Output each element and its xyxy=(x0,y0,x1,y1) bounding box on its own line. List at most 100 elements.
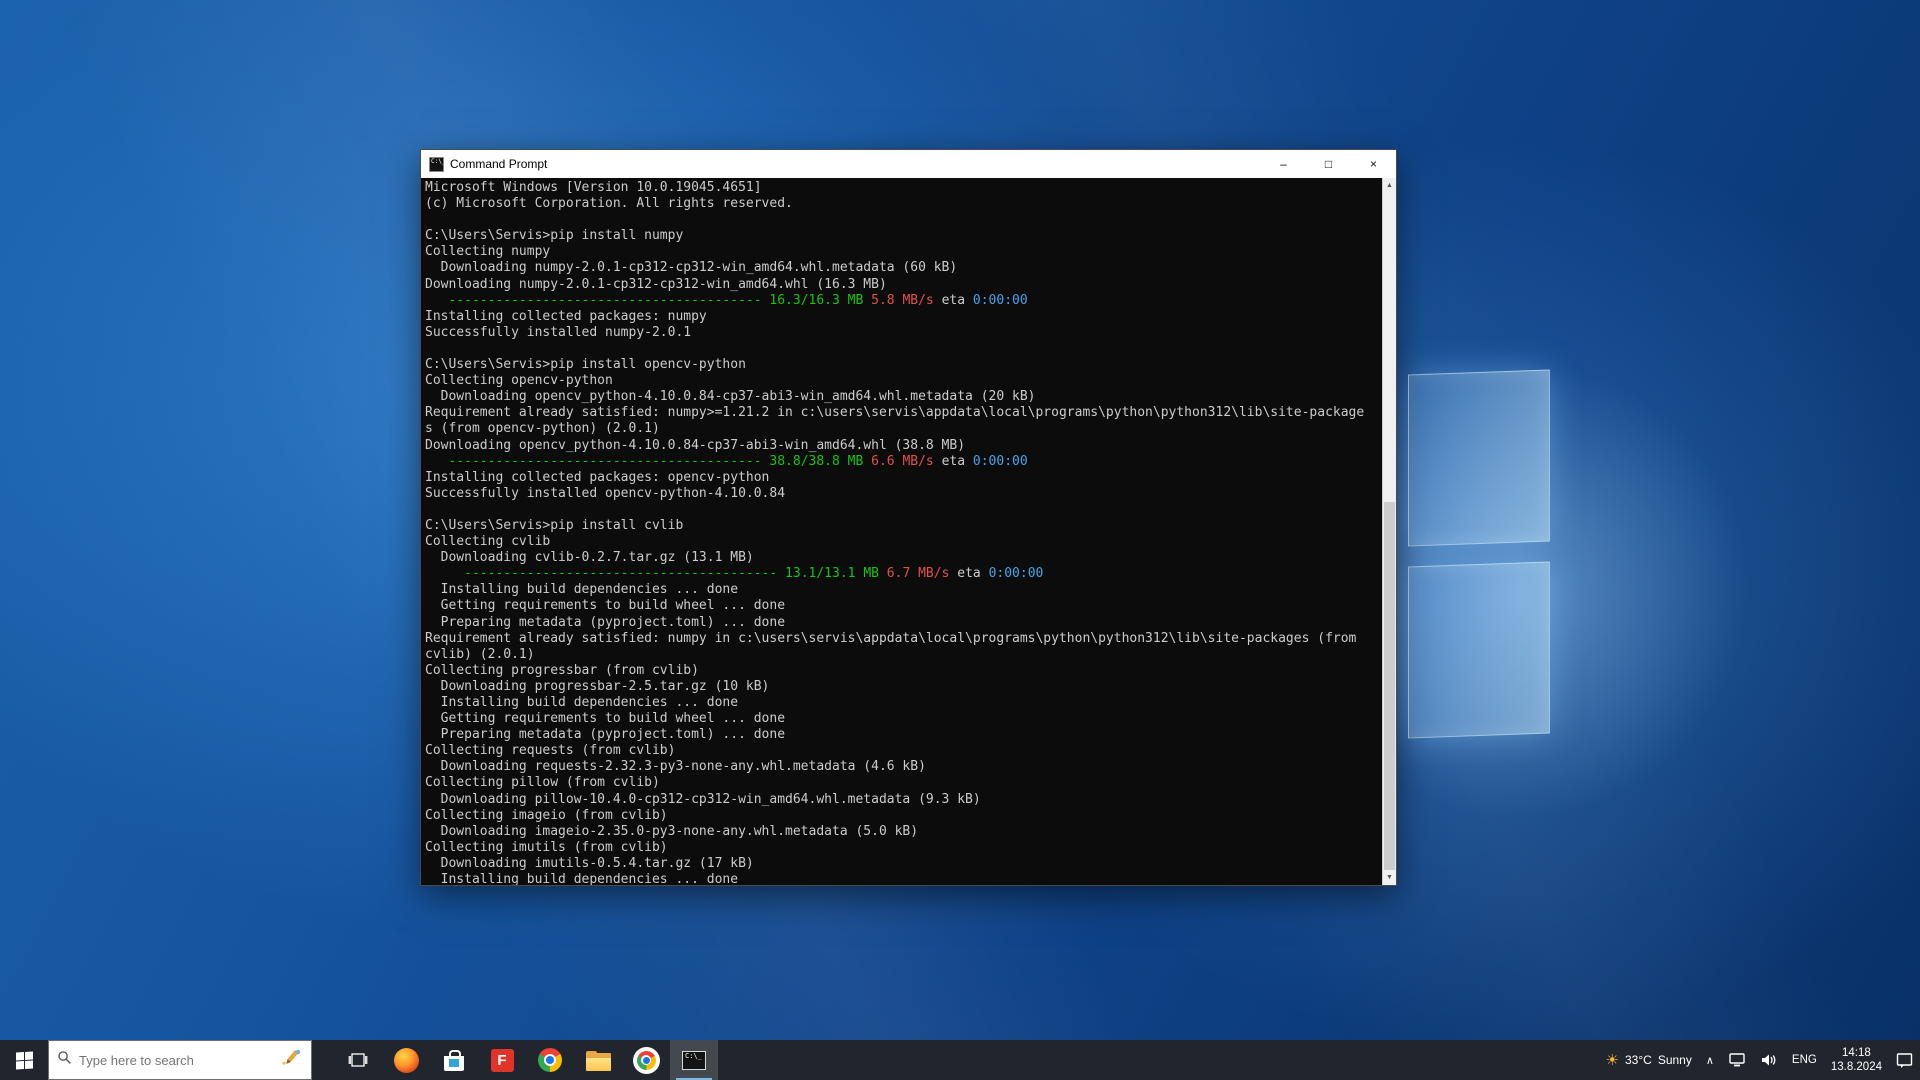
search-highlights-icon[interactable] xyxy=(279,1047,303,1074)
language-indicator[interactable]: ENG xyxy=(1785,1040,1824,1080)
terminal-line: Successfully installed opencv-python-4.1… xyxy=(425,485,786,501)
terminal-line: Installing collected packages: numpy xyxy=(425,308,707,324)
terminal-line: Installing build dependencies ... done xyxy=(425,695,739,710)
windows-logo-icon xyxy=(15,1051,33,1069)
terminal-line: Collecting imutils (from cvlib) xyxy=(425,839,668,855)
volume-control[interactable] xyxy=(1753,1040,1785,1080)
terminal-line: Collecting cvlib xyxy=(425,534,551,550)
terminal-line: cvlib) (2.0.1) xyxy=(425,646,535,662)
terminal-line: Downloading numpy-2.0.1-cp312-cp312-win_… xyxy=(425,260,958,276)
terminal-line: Collecting opencv-python xyxy=(425,373,613,389)
firefox-icon xyxy=(393,1047,419,1073)
terminal-line: Installing build dependencies ... done xyxy=(425,582,739,598)
terminal-line: Collecting imageio (from cvlib) xyxy=(425,807,668,823)
command-prompt-icon: C:\_ xyxy=(429,156,444,172)
terminal[interactable]: Microsoft Windows [Version 10.0.19045.46… xyxy=(421,178,1396,885)
desktop: C:\_ Command Prompt – □ × Microsoft Wind… xyxy=(0,0,1920,1080)
terminal-line: Collecting progressbar (from cvlib) xyxy=(425,662,699,678)
chrome-profile-icon xyxy=(632,1046,660,1074)
terminal-line: Preparing metadata (pyproject.toml) ... … xyxy=(425,614,786,630)
clock-date: 13.8.2024 xyxy=(1830,1061,1882,1073)
terminal-line: s (from opencv-python) (2.0.1) xyxy=(425,421,660,437)
terminal-line: Collecting numpy xyxy=(425,244,551,260)
file-explorer-icon xyxy=(585,1050,611,1071)
network-status[interactable] xyxy=(1721,1040,1753,1080)
microsoft-store-icon xyxy=(444,1049,464,1071)
scrollbar-thumb[interactable] xyxy=(1384,502,1395,870)
scroll-up-arrow-icon[interactable]: ▲ xyxy=(1383,178,1396,193)
terminal-line: C:\Users\Servis>pip install cvlib xyxy=(425,517,684,533)
command-prompt-icon-glyph: C:\_ xyxy=(431,157,443,165)
terminal-line: Downloading requests-2.32.3-py3-none-any… xyxy=(425,759,926,775)
network-icon xyxy=(1729,1053,1745,1067)
taskbar-app-store[interactable] xyxy=(430,1040,478,1080)
terminal-line: ----------------------------------------… xyxy=(448,292,1028,308)
speaker-icon xyxy=(1761,1054,1776,1066)
taskbar-app-f[interactable]: F xyxy=(478,1040,526,1080)
wallpaper-window-pane-bottom xyxy=(1408,561,1550,739)
start-button[interactable] xyxy=(0,1040,48,1080)
window-title: Command Prompt xyxy=(450,157,548,171)
terminal-line: Downloading numpy-2.0.1-cp312-cp312-win_… xyxy=(425,276,887,292)
terminal-line: Collecting pillow (from cvlib) xyxy=(425,775,660,791)
terminal-line: Downloading imutils-0.5.4.tar.gz (17 kB) xyxy=(425,855,754,871)
clock-time: 14:18 xyxy=(1842,1047,1871,1059)
terminal-line: Downloading cvlib-0.2.7.tar.gz (13.1 MB) xyxy=(425,550,754,566)
terminal-scrollbar[interactable]: ▲ ▼ xyxy=(1382,178,1396,885)
window-controls: – □ × xyxy=(1261,150,1396,178)
command-prompt-window: C:\_ Command Prompt – □ × Microsoft Wind… xyxy=(420,149,1397,886)
terminal-line: Downloading imageio-2.35.0-py3-none-any.… xyxy=(425,823,919,839)
terminal-line: ----------------------------------------… xyxy=(448,453,1028,469)
system-tray: ☀ 33°C Sunny ∧ ENG 14:18 13.8.2024 xyxy=(1599,1040,1920,1080)
terminal-line: Downloading opencv_python-4.10.0.84-cp37… xyxy=(425,437,966,453)
weather-widget[interactable]: ☀ 33°C Sunny xyxy=(1599,1040,1699,1080)
taskbar-clock[interactable]: 14:18 13.8.2024 xyxy=(1824,1040,1889,1080)
terminal-line: Requirement already satisfied: numpy in … xyxy=(425,630,1357,646)
weather-temp: 33°C xyxy=(1625,1053,1652,1067)
close-button[interactable]: × xyxy=(1351,150,1396,178)
taskbar-app-chrome-profile[interactable] xyxy=(622,1040,670,1080)
chevron-up-icon: ∧ xyxy=(1705,1054,1714,1067)
taskbar-app-file-explorer[interactable] xyxy=(574,1040,622,1080)
command-prompt-taskbar-icon: C:\_ xyxy=(682,1050,706,1070)
terminal-line: Downloading progressbar-2.5.tar.gz (10 k… xyxy=(425,678,770,694)
taskbar: F C:\_ ☀ 33°C Sunny ∧ xyxy=(0,1040,1920,1080)
taskbar-app-firefox[interactable] xyxy=(382,1040,430,1080)
task-view-icon xyxy=(348,1053,368,1067)
terminal-line: Getting requirements to build wheel ... … xyxy=(425,711,786,727)
terminal-line: Preparing metadata (pyproject.toml) ... … xyxy=(425,727,786,743)
terminal-line: Installing build dependencies ... done xyxy=(425,872,739,885)
terminal-line: C:\Users\Servis>pip install opencv-pytho… xyxy=(425,357,746,373)
terminal-line: C:\Users\Servis>pip install numpy xyxy=(425,228,684,244)
terminal-line: Getting requirements to build wheel ... … xyxy=(425,598,786,614)
terminal-line: Microsoft Windows [Version 10.0.19045.46… xyxy=(425,180,762,195)
taskbar-search[interactable] xyxy=(48,1040,312,1080)
action-center-icon xyxy=(1896,1052,1913,1068)
terminal-line: Collecting requests (from cvlib) xyxy=(425,743,676,759)
terminal-line: Requirement already satisfied: numpy>=1.… xyxy=(425,405,1365,421)
terminal-line: (c) Microsoft Corporation. All rights re… xyxy=(425,196,793,212)
terminal-line: ----------------------------------------… xyxy=(464,566,1044,582)
taskbar-app-command-prompt[interactable]: C:\_ xyxy=(670,1040,718,1080)
minimize-button[interactable]: – xyxy=(1261,150,1306,178)
weather-condition: Sunny xyxy=(1657,1053,1692,1067)
terminal-line: Downloading opencv_python-4.10.0.84-cp37… xyxy=(425,389,1036,405)
show-hidden-icons-button[interactable]: ∧ xyxy=(1699,1040,1721,1080)
terminal-line: Downloading pillow-10.4.0-cp312-cp312-wi… xyxy=(425,791,981,807)
window-titlebar[interactable]: C:\_ Command Prompt – □ × xyxy=(421,150,1396,178)
maximize-button[interactable]: □ xyxy=(1306,150,1351,178)
taskbar-app-chrome[interactable] xyxy=(526,1040,574,1080)
terminal-line: Installing collected packages: opencv-py… xyxy=(425,469,770,485)
task-view-button[interactable] xyxy=(334,1040,382,1080)
search-input[interactable] xyxy=(79,1052,272,1068)
chrome-icon xyxy=(538,1048,562,1072)
scroll-down-arrow-icon[interactable]: ▼ xyxy=(1383,870,1396,885)
f-app-icon: F xyxy=(490,1048,514,1072)
terminal-output: Microsoft Windows [Version 10.0.19045.46… xyxy=(425,180,1381,885)
search-icon xyxy=(57,1050,72,1070)
action-center-button[interactable] xyxy=(1889,1040,1920,1080)
wallpaper-window-pane-top xyxy=(1408,369,1550,547)
sun-icon: ☀ xyxy=(1605,1051,1619,1069)
